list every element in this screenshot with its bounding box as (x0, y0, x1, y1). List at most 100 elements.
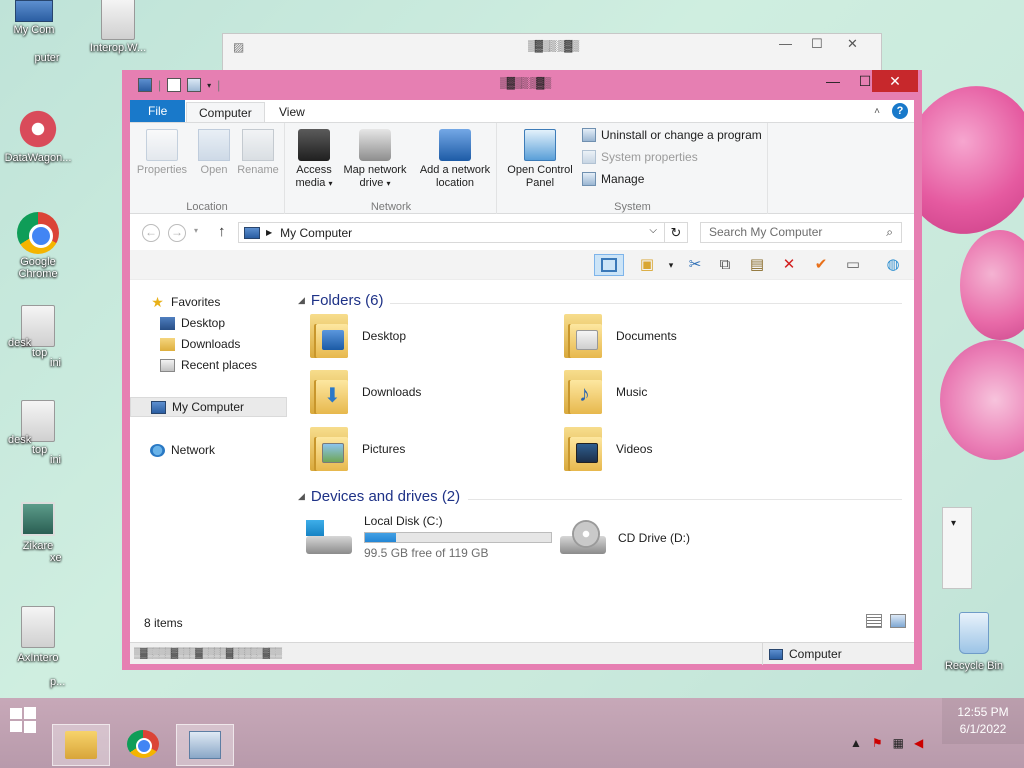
taskbar-chrome[interactable] (114, 724, 172, 766)
copy-icon[interactable]: ⧉ (714, 254, 736, 276)
desktop-icon-zikare[interactable]: Zikare xe (0, 502, 76, 564)
delete-icon[interactable]: ✕ (778, 254, 800, 276)
desktop-icon-chrome[interactable]: Google Chrome (0, 212, 76, 280)
partial-window[interactable]: ▾ (942, 507, 972, 589)
checkmark-icon[interactable]: ✔ (810, 254, 832, 276)
access-media-button[interactable]: Access media ▾ (294, 129, 334, 190)
refresh-button[interactable]: ↻ (664, 222, 688, 243)
control-panel-icon (524, 129, 556, 161)
collapse-icon[interactable]: ◢ (298, 295, 305, 306)
chevron-down-icon: ▾ (386, 179, 391, 188)
chevron-down-icon[interactable]: ▾ (660, 254, 682, 276)
paste-icon[interactable]: ▤ (746, 254, 768, 276)
uninstall-program-button[interactable]: Uninstall or change a program (582, 128, 762, 142)
search-icon[interactable]: ⌕ (886, 223, 893, 242)
desktop-icon-interop[interactable]: Interop.W... (80, 0, 156, 54)
maximize-icon[interactable]: ☐ (811, 36, 823, 52)
folder-item-pictures[interactable]: Pictures (308, 425, 405, 473)
breadcrumb[interactable]: My Computer (280, 226, 352, 240)
folder-item-music[interactable]: Music (562, 368, 647, 416)
folder-item-videos[interactable]: Videos (562, 425, 652, 473)
properties-icon[interactable] (167, 78, 182, 92)
system-group: Open Control Panel Uninstall or change a… (498, 123, 768, 215)
add-network-location-button[interactable]: Add a network location (414, 129, 496, 190)
desktop-icon-axinterop[interactable]: AxIntero p... (0, 606, 76, 688)
manage-button[interactable]: Manage (582, 172, 644, 186)
tab-file[interactable]: File (130, 100, 186, 122)
folders-header[interactable]: ◢ Folders (6) (298, 292, 383, 309)
taskbar-file-explorer[interactable] (52, 724, 110, 766)
desktop-icon-desktop-ini-1[interactable]: desk top ini (0, 305, 76, 369)
search-input[interactable]: Search My Computer ⌕ (700, 222, 902, 243)
nav-label: Network (171, 443, 216, 457)
desktop-icon (160, 316, 175, 330)
network-icon[interactable]: ▦ (893, 736, 904, 750)
folder-label: Downloads (362, 385, 422, 399)
clock[interactable]: 12:55 PM 6/1/2022 (942, 698, 1024, 744)
folder-documents-icon (562, 312, 604, 360)
system-properties-button[interactable]: System properties (582, 150, 698, 164)
drive-item-cd[interactable]: CD Drive (D:) (560, 520, 690, 556)
details-view-icon[interactable] (866, 614, 882, 628)
open-control-panel-button[interactable]: Open Control Panel (502, 129, 578, 190)
desktop-icon-desktop-ini-2[interactable]: desk top ini (0, 400, 76, 466)
minimize-icon[interactable]: — (779, 36, 792, 51)
explorer-window[interactable]: | ▾ | ▒▓▒▒ ▒▓▒ — ☐ ✕ File Computer View … (122, 70, 922, 670)
globe-icon[interactable]: ◍ (882, 254, 904, 276)
recent-locations-icon[interactable]: ▾ (194, 226, 198, 235)
chevron-down-icon[interactable]: ▾ (207, 81, 211, 90)
desktop-icon-recycle-bin[interactable]: Recycle Bin (936, 612, 1012, 672)
desktop-icon-label: DataWagon... (4, 152, 72, 164)
nav-downloads[interactable]: Downloads (160, 334, 240, 354)
address-bar[interactable]: ▶ My Computer ⌵ (238, 222, 688, 243)
map-network-drive-button[interactable]: Map network drive ▾ (338, 129, 412, 190)
tab-view[interactable]: View (267, 102, 317, 123)
rename-icon[interactable]: ▭ (842, 254, 864, 276)
collapse-icon[interactable]: ◢ (298, 491, 305, 502)
close-icon[interactable]: ✕ (847, 36, 858, 52)
cut-icon[interactable]: ✂ (684, 254, 706, 276)
folder-item-downloads[interactable]: Downloads (308, 368, 421, 416)
back-button[interactable]: ← (142, 224, 160, 242)
large-icons-view-icon[interactable] (890, 614, 906, 628)
desktop-icon-label: xe (50, 552, 62, 564)
volume-muted-icon[interactable]: ◀ (914, 736, 923, 750)
nav-recent-places[interactable]: Recent places (160, 355, 257, 375)
layout-icon (601, 258, 617, 272)
taskbar-performance-app[interactable] (176, 724, 234, 766)
nav-desktop[interactable]: Desktop (160, 313, 225, 333)
close-button[interactable]: ✕ (872, 70, 918, 92)
new-folder-icon[interactable] (187, 78, 202, 92)
desktop-icon-datawagon[interactable]: DataWagon... (0, 108, 76, 164)
desktop-icon-label: Google Chrome (18, 256, 58, 280)
drive-item-local-disk[interactable]: Local Disk (C:) 99.5 GB free of 119 GB (306, 514, 552, 560)
devices-header[interactable]: ◢ Devices and drives (2) (298, 488, 460, 505)
folder-item-documents[interactable]: Documents (562, 312, 677, 360)
folder-label: Pictures (362, 442, 406, 456)
forward-button[interactable]: → (168, 224, 186, 242)
rename-button[interactable]: Rename (234, 129, 282, 177)
show-hidden-icons-icon[interactable]: ▲ (850, 736, 862, 750)
chevron-down-icon[interactable]: ▾ (951, 518, 956, 529)
nav-favorites[interactable]: ★ Favorites (150, 292, 220, 312)
nav-my-computer[interactable]: My Computer (130, 397, 287, 417)
up-button[interactable]: ↑ (218, 223, 226, 240)
chevron-down-icon[interactable]: ⌵ (649, 225, 657, 236)
desktop-icon-label-fragment: puter (12, 52, 82, 64)
open-button[interactable]: Open (194, 129, 234, 177)
downloads-icon (160, 337, 175, 351)
breadcrumb-separator-icon[interactable]: ▶ (266, 228, 272, 237)
collapse-ribbon-icon[interactable]: ˄ (874, 106, 880, 117)
properties-button[interactable]: Properties (136, 129, 188, 177)
start-button[interactable] (8, 706, 38, 734)
desktop-icon-my-computer[interactable]: My Com (0, 0, 72, 36)
help-icon[interactable]: ? (892, 103, 908, 119)
action-center-alert-icon[interactable]: ⚑ (872, 736, 883, 750)
layout-pane-button[interactable] (594, 254, 624, 276)
tab-computer[interactable]: Computer (186, 102, 265, 123)
folder-item-desktop[interactable]: Desktop (308, 312, 406, 360)
title-bar[interactable]: | ▾ | ▒▓▒▒ ▒▓▒ — ☐ ✕ (130, 70, 918, 100)
nav-network[interactable]: Network (150, 440, 215, 460)
folder-select-button[interactable]: ▣ (636, 254, 658, 276)
cd-drive-icon (560, 520, 606, 556)
